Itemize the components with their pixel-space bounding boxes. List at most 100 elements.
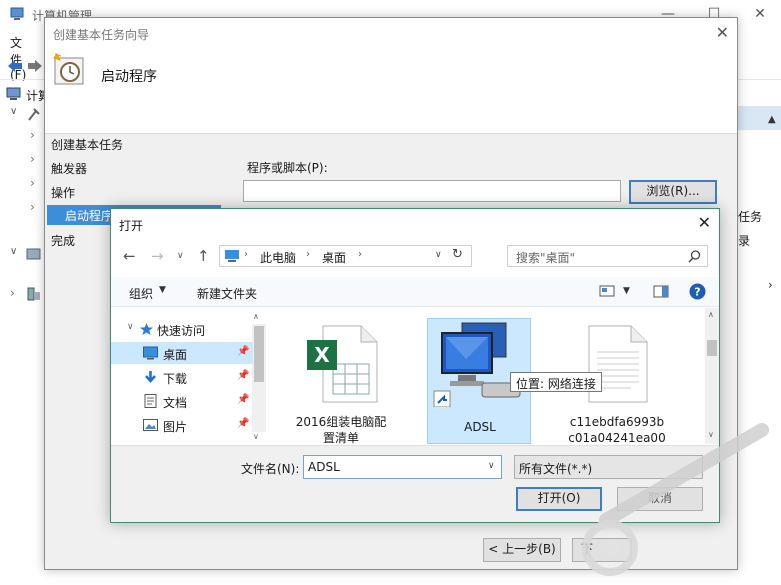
file-name-line2: c01a04241ea00: [568, 431, 666, 444]
task-clock-icon: [53, 53, 84, 85]
nav-desktop[interactable]: 桌面 📌: [111, 342, 253, 364]
pc-icon: [225, 250, 239, 262]
document-icon: [144, 394, 157, 408]
chevron-down-icon[interactable]: ∨: [10, 106, 17, 117]
tools-icon: [28, 108, 40, 121]
search-icon[interactable]: [688, 250, 701, 263]
excel-file-icon: X: [307, 325, 378, 403]
help-icon[interactable]: ?: [689, 283, 706, 300]
chevron-right-icon[interactable]: ›: [10, 286, 15, 300]
breadcrumb-separator-icon: ›: [358, 249, 362, 260]
step-trigger[interactable]: 触发器: [51, 160, 87, 177]
pin-icon[interactable]: 📌: [237, 346, 249, 357]
tree-item-computer[interactable]: 计算: [26, 87, 44, 104]
breadcrumb-desktop[interactable]: 桌面: [322, 249, 346, 266]
address-dropdown-icon[interactable]: ∨: [435, 250, 442, 260]
up-arrow-icon[interactable]: ↑: [197, 247, 210, 265]
actions-item-tasks[interactable]: 任务: [738, 208, 762, 225]
view-dropdown-icon[interactable]: ▼: [623, 286, 630, 296]
open-button[interactable]: 打开(O): [516, 487, 602, 511]
file-list: X 2016组装电脑配 置清单 ADSL c11ebdfa6993b c01a0…: [269, 308, 719, 444]
collapse-arrow-icon[interactable]: ▲: [768, 114, 776, 125]
storage-icon: [26, 248, 41, 260]
file-name-label: 文件名(N):: [241, 462, 300, 476]
nav-documents[interactable]: 文档 📌: [111, 390, 253, 412]
browse-button[interactable]: 浏览(R)...: [629, 180, 717, 204]
chevron-right-icon[interactable]: ›: [30, 200, 35, 214]
new-folder-button[interactable]: 新建文件夹: [197, 285, 257, 302]
address-bar[interactable]: › 此电脑 › 桌面 › ∨ ↻: [219, 245, 472, 267]
nav-quick-access[interactable]: ∨ 快速访问: [111, 318, 253, 340]
step-create-basic-task[interactable]: 创建基本任务: [51, 136, 123, 153]
chevron-down-icon[interactable]: ∨: [488, 461, 495, 471]
cm-tree: 计算 ∨ › › › › ∨ ›: [0, 84, 44, 484]
file-name-line1: 2016组装电脑配: [295, 415, 387, 429]
chevron-right-icon[interactable]: ›: [768, 278, 773, 292]
location-tooltip: 位置: 网络连接: [510, 372, 602, 392]
file-name-line1: ADSL: [464, 420, 496, 434]
chevron-right-icon[interactable]: ›: [30, 128, 35, 142]
organize-dropdown-icon[interactable]: ▼: [159, 285, 166, 295]
chevron-down-icon[interactable]: ∨: [10, 246, 17, 257]
file-type-select[interactable]: 所有文件(*.*): [514, 455, 703, 479]
command-bar: 组织 ▼ 新建文件夹 ▼ ?: [111, 277, 719, 307]
file-name-line1: c11ebdfa6993b: [569, 415, 665, 429]
pin-icon[interactable]: 📌: [237, 394, 249, 405]
forward-arrow-icon[interactable]: →: [151, 247, 164, 265]
cm-actions-pane: ▲ 任务 录 ›: [738, 106, 781, 585]
chevron-down-icon[interactable]: ∨: [127, 322, 134, 332]
pin-icon[interactable]: 📌: [237, 370, 249, 381]
dialog-bottom-panel: 文件名(N): ADSL ∨ 所有文件(*.*) 打开(O) 取消: [111, 445, 719, 522]
program-input[interactable]: [243, 180, 621, 202]
breadcrumb-separator-icon: ›: [306, 249, 310, 260]
svg-text:X: X: [314, 343, 330, 367]
computer-management-icon: [10, 7, 24, 20]
download-icon: [145, 371, 156, 383]
wizard-close-icon[interactable]: ✕: [716, 23, 729, 42]
wizard-header: 启动程序: [45, 48, 737, 134]
chevron-right-icon[interactable]: ›: [30, 176, 35, 190]
back-arrow-icon[interactable]: ←: [123, 247, 136, 265]
wizard-title: 创建基本任务向导: [53, 28, 150, 42]
next-button[interactable]: 下: [572, 538, 632, 562]
recent-dropdown-icon[interactable]: ∨: [177, 251, 184, 261]
picture-icon: [143, 419, 158, 431]
scroll-up-icon[interactable]: ∧: [253, 312, 259, 321]
step-finish[interactable]: 完成: [51, 232, 75, 249]
services-icon: [27, 287, 40, 301]
breadcrumb-this-pc[interactable]: 此电脑: [260, 249, 296, 266]
back-button[interactable]: < 上一步(B): [483, 538, 561, 562]
view-options-icon[interactable]: [599, 285, 615, 297]
open-file-dialog: 打开 ✕ ← → ∨ ↑ › 此电脑 › 桌面 › ∨ ↻ 搜索"桌面" 组织 …: [110, 208, 720, 523]
open-dialog-title: 打开: [119, 219, 144, 233]
desktop-icon: [143, 346, 158, 360]
actions-item-record[interactable]: 录: [738, 232, 750, 249]
file-item-excel[interactable]: X 2016组装电脑配 置清单: [289, 308, 393, 444]
preview-pane-icon[interactable]: [653, 285, 669, 298]
cancel-button[interactable]: 取消: [617, 487, 703, 511]
open-dialog-close-icon[interactable]: ✕: [698, 213, 711, 232]
scroll-down-icon[interactable]: ∨: [253, 432, 259, 441]
address-row: ← → ∨ ↑ › 此电脑 › 桌面 › ∨ ↻ 搜索"桌面": [111, 241, 719, 271]
organize-button[interactable]: 组织: [129, 285, 153, 302]
text-file-icon: [588, 325, 648, 403]
program-label: 程序或脚本(P):: [247, 161, 328, 175]
close-button[interactable]: ✕: [752, 6, 768, 22]
search-input[interactable]: 搜索"桌面": [516, 249, 575, 266]
chevron-right-icon[interactable]: ›: [30, 152, 35, 166]
nav-downloads[interactable]: 下载 📌: [111, 366, 253, 388]
step-action[interactable]: 操作: [51, 184, 75, 201]
file-name-input[interactable]: ADSL ∨: [303, 455, 502, 479]
computer-icon: [6, 87, 21, 100]
navigation-pane: ∧ ∨ ∨ 快速访问 桌面 📌 下载 📌 文档 📌 图片 📌: [111, 308, 266, 444]
refresh-icon[interactable]: ↻: [452, 247, 463, 262]
navpane-scrollbar[interactable]: [252, 324, 266, 432]
back-forward-icon[interactable]: [6, 58, 44, 74]
pin-icon[interactable]: 📌: [237, 418, 249, 429]
breadcrumb-separator-icon: ›: [244, 249, 248, 260]
file-list-scrollbar[interactable]: ∧ ∨: [705, 308, 719, 444]
network-connection-icon: [433, 322, 521, 407]
search-box[interactable]: 搜索"桌面": [507, 245, 708, 267]
nav-pictures[interactable]: 图片 📌: [111, 414, 253, 436]
svg-text:?: ?: [694, 286, 700, 299]
